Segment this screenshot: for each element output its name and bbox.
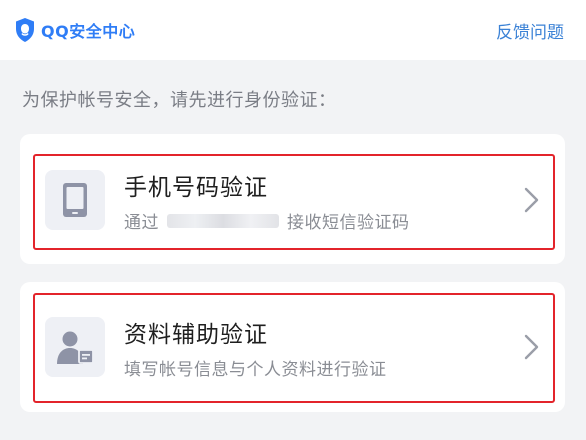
shield-icon	[16, 18, 34, 42]
phone-icon	[63, 183, 87, 217]
brand-name: QQ安全中心	[41, 22, 136, 41]
top-bar: QQ安全中心 反馈问题	[0, 0, 586, 60]
chevron-right-icon	[524, 187, 539, 213]
desc-suffix: 接收短信验证码	[287, 213, 410, 233]
highlight-box	[33, 293, 555, 403]
chevron-right-icon	[524, 334, 539, 360]
profile-verification-option[interactable]: 资料辅助验证 填写帐号信息与个人资料进行验证	[20, 282, 565, 412]
option-description: 通过 接收短信验证码	[124, 208, 410, 233]
option-icon-box	[45, 317, 105, 377]
phone-verification-option[interactable]: 手机号码验证 通过 接收短信验证码	[20, 134, 565, 264]
brand-logo: QQ安全中心	[14, 16, 135, 44]
user-id-card-icon	[57, 331, 94, 364]
feedback-link[interactable]: 反馈问题	[496, 18, 564, 43]
masked-phone-number	[167, 213, 279, 228]
highlight-box	[33, 154, 555, 250]
verification-prompt: 为保护帐号安全，请先进行身份验证：	[22, 90, 337, 111]
option-title: 资料辅助验证	[124, 322, 268, 348]
option-title: 手机号码验证	[124, 175, 268, 201]
desc-prefix: 通过	[124, 213, 159, 233]
option-description: 填写帐号信息与个人资料进行验证	[124, 360, 387, 380]
option-icon-box	[45, 170, 105, 230]
